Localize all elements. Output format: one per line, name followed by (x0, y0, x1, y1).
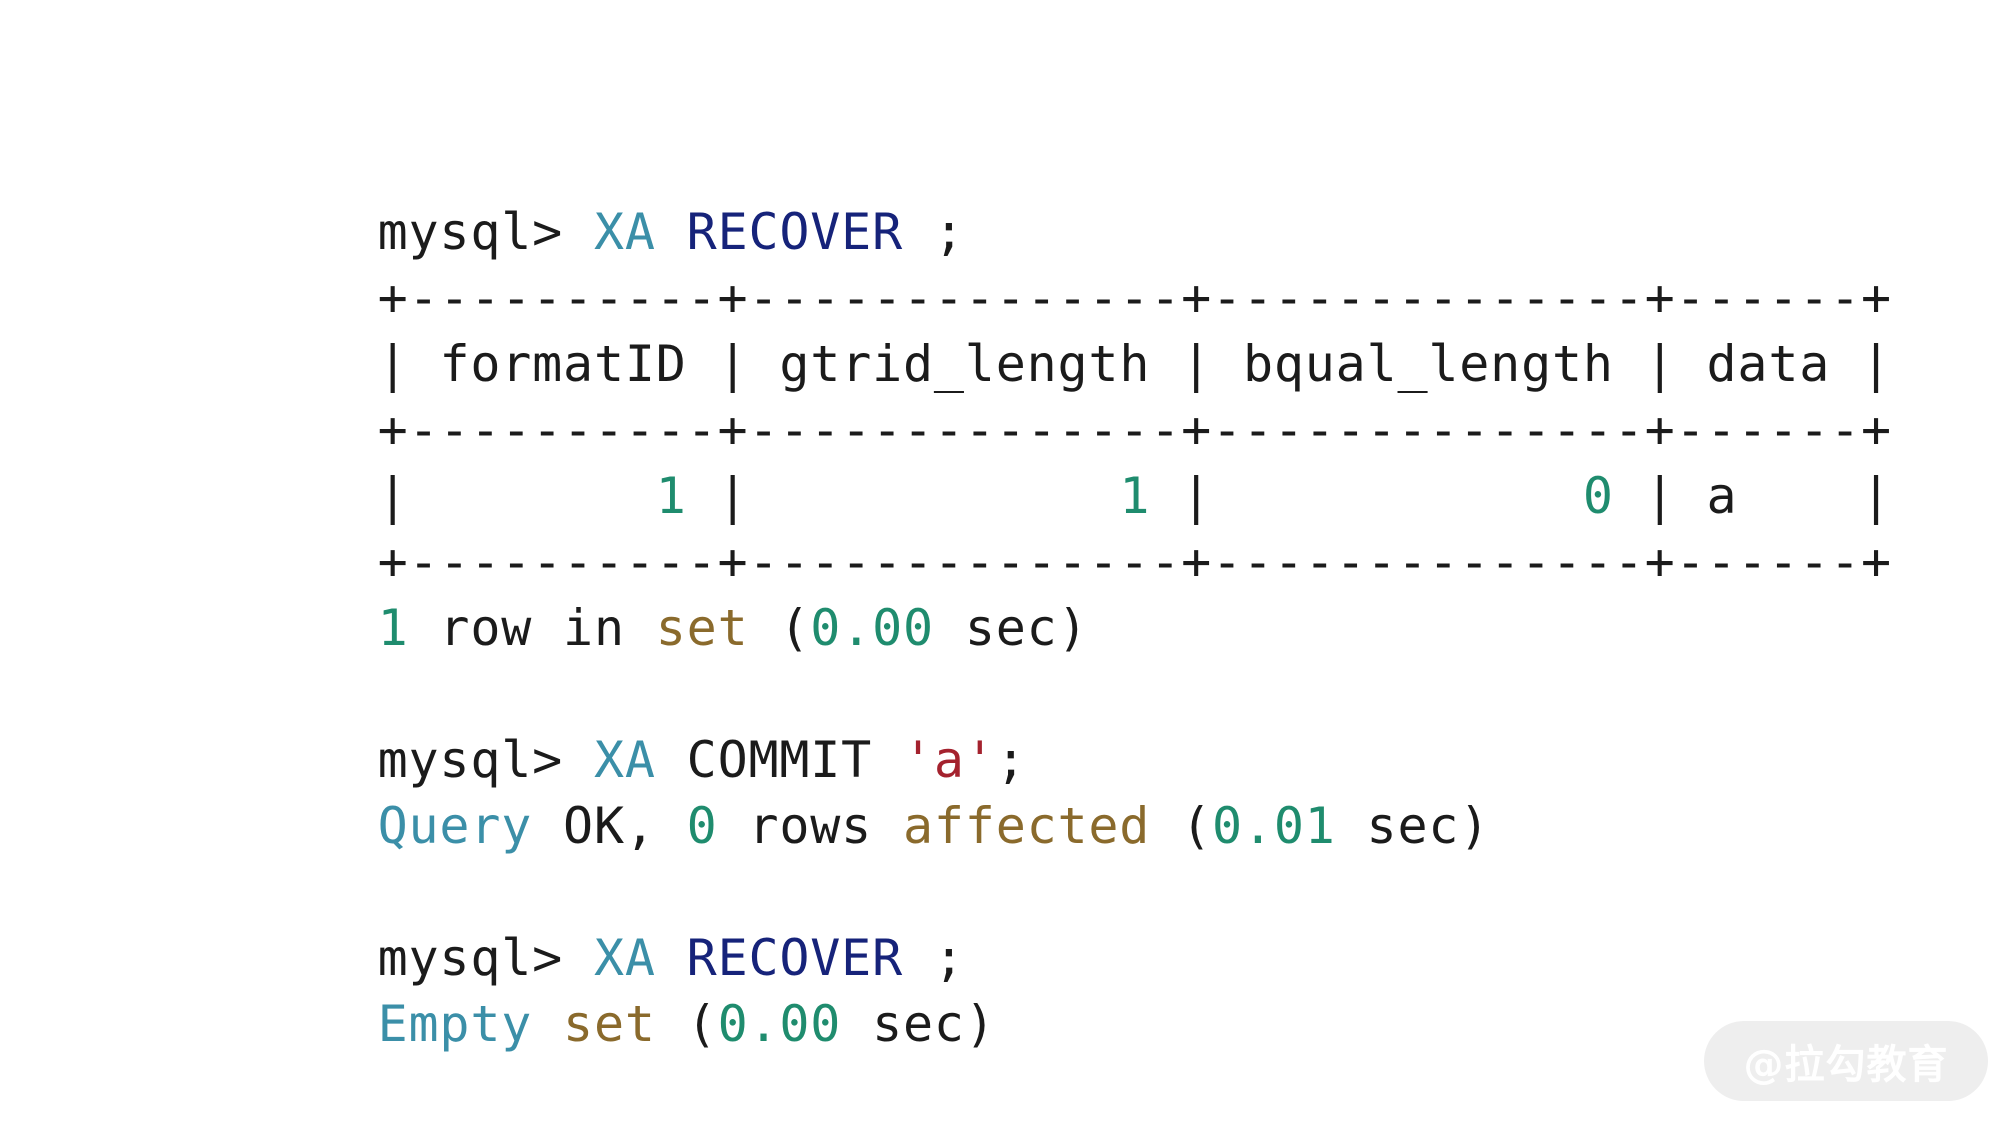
result-text: sec) (841, 995, 996, 1053)
mysql-prompt: mysql> (377, 731, 594, 789)
table-pipe: | (377, 335, 440, 393)
elapsed-time: 0.00 (810, 599, 934, 657)
cell-gtrid-length: 1 (1119, 467, 1151, 525)
keyword-query: Query (377, 797, 533, 855)
keyword-recover: RECOVER (686, 203, 903, 261)
elapsed-time: 0.01 (1212, 797, 1336, 855)
table-pipe: | (377, 467, 440, 525)
result-text: OK, (532, 797, 687, 855)
result-text: row in (408, 599, 656, 657)
cell-padding (779, 467, 1119, 525)
result-text (532, 995, 563, 1053)
table-pipe: | (1613, 335, 1707, 393)
string-literal: 'a' (903, 731, 996, 789)
keyword-set: set (563, 995, 656, 1053)
table-border: +----------+--------------+-------------… (377, 533, 1892, 591)
column-header-bqual-length: bqual_length (1242, 335, 1614, 393)
command-line-xa-recover: mysql> XA RECOVER ; (254, 133, 1814, 261)
table-pipe: | (1150, 335, 1243, 393)
table-pipe: | (686, 335, 780, 393)
rows-affected-number: 0 (686, 797, 718, 855)
mysql-prompt: mysql> (377, 929, 594, 987)
column-header-data: data (1706, 335, 1831, 393)
cell-formatid: 1 (655, 467, 687, 525)
cell-padding (1737, 467, 1861, 525)
keyword-xa: XA (593, 203, 656, 261)
column-header-gtrid-length: gtrid_length (779, 335, 1151, 393)
result-text: sec) (1335, 797, 1491, 855)
result-text: rows (717, 797, 903, 855)
result-text: ( (748, 599, 811, 657)
keyword-xa: XA (593, 731, 656, 789)
keyword-affected: affected (902, 797, 1151, 855)
keyword-empty: Empty (377, 995, 533, 1053)
table-pipe: | (1150, 467, 1243, 525)
table-pipe: | (1613, 467, 1707, 525)
watermark-badge: @拉勾教育 (1704, 1021, 1988, 1101)
terminal-output: mysql> XA RECOVER ; +----------+--------… (254, 133, 1892, 1053)
command-line-xa-recover-2: mysql> XA RECOVER ; (254, 859, 1814, 987)
cell-bqual-length: 0 (1582, 467, 1614, 525)
watermark-text: @拉勾教育 (1743, 1042, 1949, 1088)
table-border: +----------+--------------+-------------… (377, 269, 1892, 327)
statement-terminator: ; (903, 203, 965, 261)
result-text: ( (655, 995, 718, 1053)
table-pipe: | (1830, 335, 1892, 393)
result-text: ( (1150, 797, 1213, 855)
mysql-prompt: mysql> (377, 203, 594, 261)
table-border: +----------+--------------+-------------… (377, 401, 1892, 459)
result-text: sec) (933, 599, 1089, 657)
keyword-recover: RECOVER (686, 929, 903, 987)
table-pipe: | (686, 467, 780, 525)
cell-padding (439, 467, 655, 525)
elapsed-time: 0.00 (717, 995, 842, 1053)
keyword-commit: COMMIT (655, 731, 903, 789)
command-line-xa-commit: mysql> XA COMMIT 'a'; (254, 661, 1814, 789)
column-header-formatid: formatID (439, 335, 687, 393)
cell-padding (1243, 467, 1583, 525)
table-pipe: | (1861, 467, 1892, 525)
row-count-number: 1 (377, 599, 409, 657)
cell-data: a (1706, 467, 1738, 525)
statement-terminator: ; (995, 731, 1027, 789)
keyword-set: set (655, 599, 749, 657)
statement-terminator: ; (903, 929, 965, 987)
keyword-xa: XA (593, 929, 656, 987)
